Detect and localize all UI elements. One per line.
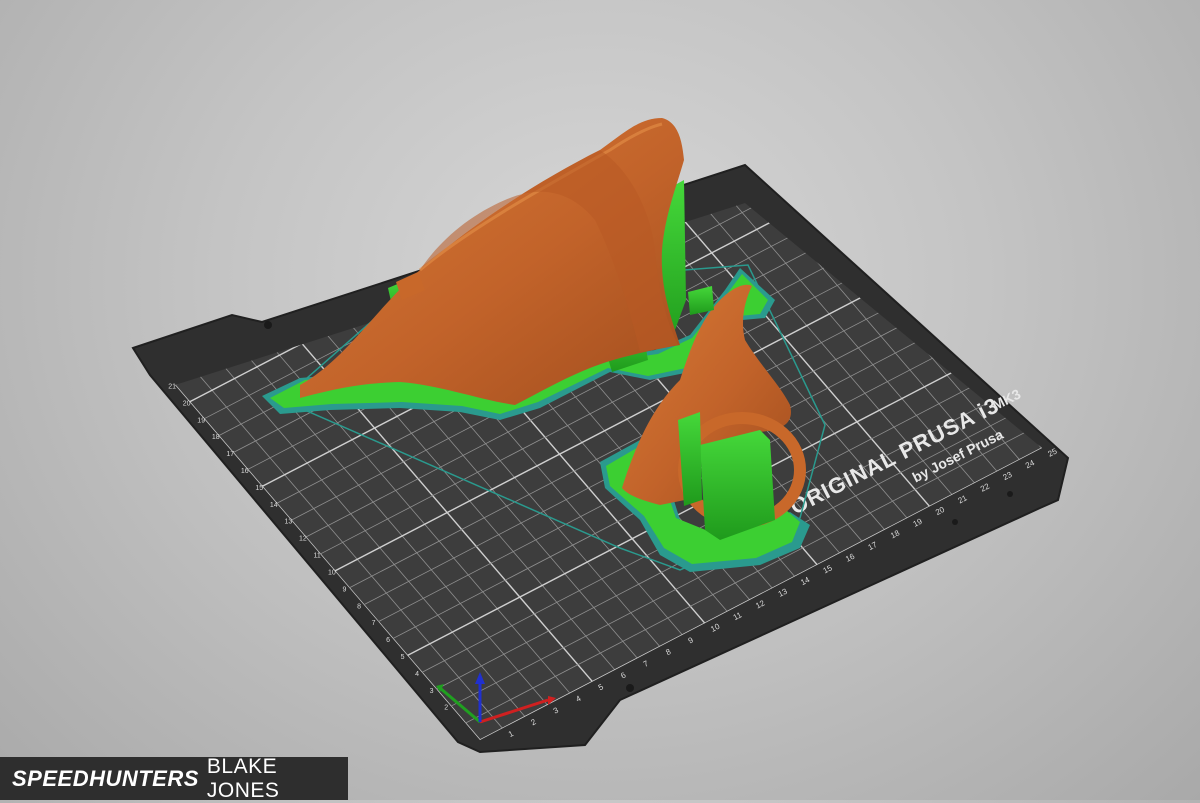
bed-number-left: 4 [415,671,419,678]
support-structure [700,430,775,540]
bed-number-left: 9 [343,586,347,593]
bed-number-left: 6 [386,637,390,644]
bed-number-left: 21 [168,384,176,391]
bed-number-left: 8 [357,603,361,610]
bed-number-left: 18 [212,434,220,441]
bed-number-left: 2 [444,705,448,712]
slicer-3d-viewport[interactable]: ORIGINAL PRUSA i3 MK3 by Josef Prusa 123… [0,0,1200,800]
bed-number-left: 17 [226,451,234,458]
bed-number-left: 20 [183,400,191,407]
bed-number-left: 19 [197,417,205,424]
bed-number-left: 13 [284,519,292,526]
bed-number-left: 14 [270,502,278,509]
bed-mount-hole [1007,491,1013,497]
bed-number-left: 12 [299,536,307,543]
bed-number-left: 7 [372,620,376,627]
bed-mount-hole [626,684,634,692]
bed-number-left: 16 [241,468,249,475]
bed-number-left: 11 [313,553,320,560]
bed-mount-hole [952,519,958,525]
bed-mount-hole [264,321,272,329]
watermark-author: BLAKE JONES [206,754,280,802]
watermark-brand: SPEEDHUNTERS [12,765,199,791]
bed-number-left: 15 [255,485,263,492]
bed-number-left: 3 [430,688,434,695]
bed-number-left: 5 [401,654,405,661]
watermark-banner: SPEEDHUNTERS BLAKE JONES [0,754,348,802]
bed-number-left: 10 [328,569,336,576]
